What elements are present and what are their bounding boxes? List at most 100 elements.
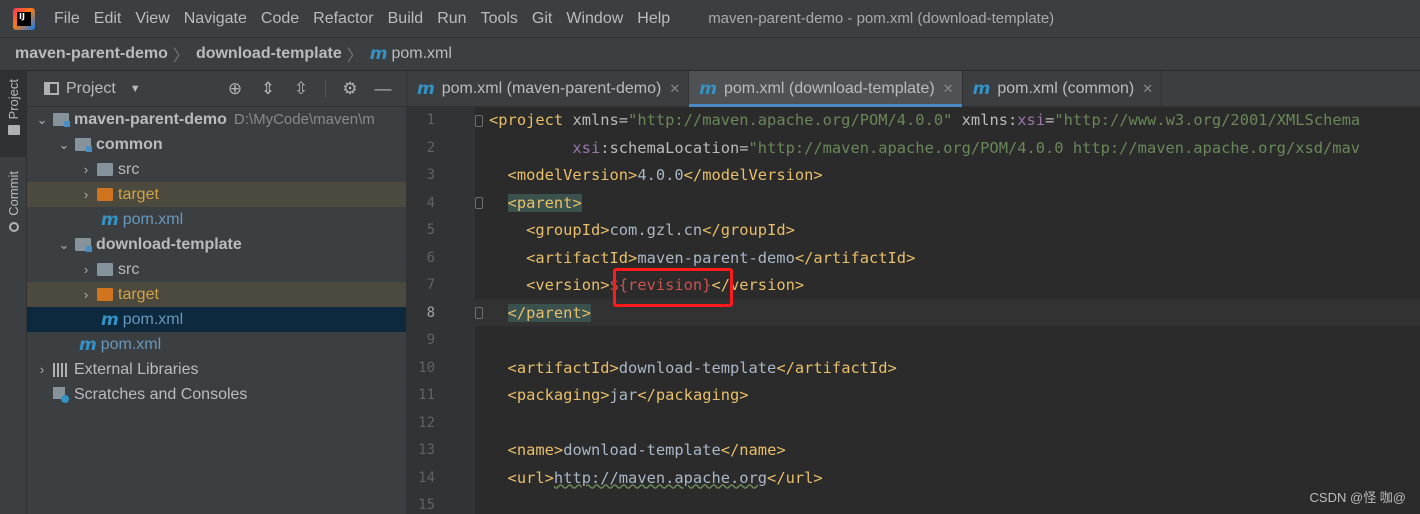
editor-tab-active[interactable]: m pom.xml (download-template) ✕ — [689, 71, 963, 107]
line-number: 12 — [418, 414, 435, 431]
expand-arrow-icon[interactable]: ⌄ — [57, 137, 71, 153]
hide-icon[interactable]: — — [374, 80, 392, 98]
line-number: 10 — [418, 359, 435, 376]
project-view-icon — [44, 82, 59, 95]
tree-item-download-template[interactable]: ⌄ download-template — [27, 232, 406, 257]
editor-tab[interactable]: m pom.xml (maven-parent-demo) ✕ — [407, 71, 690, 107]
menu-edit[interactable]: Edit — [94, 10, 122, 28]
breadcrumb-separator-icon: 〉 — [172, 48, 189, 65]
gear-icon[interactable]: ⚙ — [341, 80, 359, 98]
close-icon[interactable]: ✕ — [669, 81, 680, 97]
tree-item-src[interactable]: › src — [27, 257, 406, 282]
close-icon[interactable]: ✕ — [1142, 81, 1153, 97]
code-line-11: <packaging>jar</packaging> — [507, 386, 749, 404]
tree-item-label: pom.xml — [122, 310, 184, 328]
menu-run[interactable]: Run — [437, 10, 466, 28]
project-view-selector[interactable]: Project — [66, 80, 116, 98]
intellij-logo-icon[interactable]: IJ — [13, 7, 35, 30]
fold-marker-icon[interactable] — [475, 307, 483, 319]
line-number: 7 — [426, 277, 435, 293]
tree-item-label: External Libraries — [74, 360, 199, 378]
menu-view[interactable]: View — [135, 10, 169, 28]
menu-code[interactable]: Code — [261, 10, 299, 28]
excluded-folder-icon — [97, 288, 113, 301]
collapse-arrow-icon[interactable]: › — [79, 262, 93, 277]
editor-tab[interactable]: m pom.xml (common) ✕ — [963, 71, 1163, 107]
tree-item-common[interactable]: ⌄ common — [27, 132, 406, 157]
tree-item-label: pom.xml — [100, 335, 162, 353]
module-folder-icon — [75, 138, 92, 152]
tree-item-label: Scratches and Consoles — [74, 385, 248, 403]
tool-tab-project-label: Project — [6, 79, 21, 120]
window-title: maven-parent-demo - pom.xml (download-te… — [708, 10, 1055, 27]
line-number: 11 — [418, 387, 435, 403]
expand-all-icon[interactable]: ⇕ — [259, 80, 277, 98]
menu-git[interactable]: Git — [532, 10, 552, 28]
maven-icon: m — [417, 79, 435, 99]
line-number: 15 — [418, 497, 435, 513]
menu-help[interactable]: Help — [637, 10, 670, 28]
tree-item-pom[interactable]: m pom.xml — [27, 332, 406, 357]
line-number: 3 — [426, 167, 435, 183]
tree-item-external-libraries[interactable]: › External Libraries — [27, 357, 406, 382]
menu-tools[interactable]: Tools — [481, 10, 518, 28]
project-panel: Project ▼ ⊕ ⇕ ⇳ ⚙ — ⌄ maven-parent-demo … — [27, 71, 407, 514]
fold-marker-icon[interactable] — [475, 197, 483, 209]
tool-window-strip: Project Commit — [0, 71, 27, 514]
tree-item-label: src — [118, 160, 140, 178]
tree-item-label: target — [118, 285, 159, 303]
breadcrumb-file[interactable]: m pom.xml — [370, 44, 452, 64]
menu-build[interactable]: Build — [388, 10, 424, 28]
close-icon[interactable]: ✕ — [943, 81, 954, 97]
tree-item-scratches[interactable]: › Scratches and Consoles — [27, 382, 406, 407]
code-editor[interactable]: 1 2 3 4 5 6 7 8 9 10 11 12 13 14 15 <pro… — [407, 107, 1420, 514]
collapse-all-icon[interactable]: ⇳ — [292, 80, 310, 98]
tree-item-label: target — [118, 185, 159, 203]
editor-tab-label: pom.xml (maven-parent-demo) — [441, 80, 662, 97]
url-link: http://maven.apache.org — [553, 468, 768, 487]
line-number: 6 — [426, 249, 435, 266]
tree-item-maven-parent-demo[interactable]: ⌄ maven-parent-demo D:\MyCode\maven\m — [27, 107, 406, 132]
collapse-arrow-icon[interactable]: › — [35, 362, 49, 377]
tree-item-target[interactable]: › target — [27, 182, 406, 207]
tool-tab-commit-label: Commit — [6, 171, 21, 216]
tool-tab-commit[interactable]: Commit — [0, 167, 27, 247]
code-line-1: <project xmlns="http://maven.apache.org/… — [489, 111, 1361, 129]
tree-item-target[interactable]: › target — [27, 282, 406, 307]
tree-item-path: D:\MyCode\maven\m — [233, 111, 375, 128]
menu-window[interactable]: Window — [566, 10, 623, 28]
tree-item-label: src — [118, 260, 140, 278]
library-icon — [53, 362, 69, 377]
breadcrumb-project[interactable]: maven-parent-demo — [15, 45, 168, 63]
code-line-2: xsi:schemaLocation="http://maven.apache.… — [572, 138, 1361, 157]
maven-icon: m — [369, 44, 388, 64]
tool-tab-project[interactable]: Project — [0, 71, 27, 157]
line-number-gutter[interactable]: 1 2 3 4 5 6 7 8 9 10 11 12 13 14 15 — [407, 107, 475, 514]
tree-item-label: download-template — [96, 235, 242, 253]
menu-navigate[interactable]: Navigate — [184, 10, 247, 28]
collapse-arrow-icon[interactable]: › — [79, 162, 93, 177]
breadcrumb-module[interactable]: download-template — [196, 45, 342, 63]
tree-item-src[interactable]: › src — [27, 157, 406, 182]
folder-icon — [97, 263, 113, 276]
breadcrumb-file-label: pom.xml — [391, 45, 452, 62]
excluded-folder-icon — [97, 188, 113, 201]
locate-file-icon[interactable]: ⊕ — [226, 80, 244, 98]
tree-item-pom-selected[interactable]: m pom.xml — [27, 307, 406, 332]
menu-refactor[interactable]: Refactor — [313, 10, 373, 28]
collapse-arrow-icon[interactable]: › — [79, 187, 93, 202]
expand-arrow-icon[interactable]: ⌄ — [35, 112, 49, 128]
module-folder-icon — [53, 113, 70, 127]
project-panel-header: Project ▼ ⊕ ⇕ ⇳ ⚙ — — [27, 71, 406, 107]
scratches-icon — [53, 386, 69, 403]
maven-icon: m — [101, 309, 119, 330]
chevron-down-icon[interactable]: ▼ — [130, 83, 141, 95]
tree-item-pom[interactable]: m pom.xml — [27, 207, 406, 232]
code-line-13: <name>download-template</name> — [507, 441, 786, 459]
maven-icon: m — [699, 79, 717, 99]
menu-file[interactable]: File — [54, 10, 80, 28]
collapse-arrow-icon[interactable]: › — [79, 287, 93, 302]
expand-arrow-icon[interactable]: ⌄ — [57, 237, 71, 253]
fold-marker-icon[interactable] — [475, 115, 483, 127]
maven-icon: m — [101, 209, 119, 230]
